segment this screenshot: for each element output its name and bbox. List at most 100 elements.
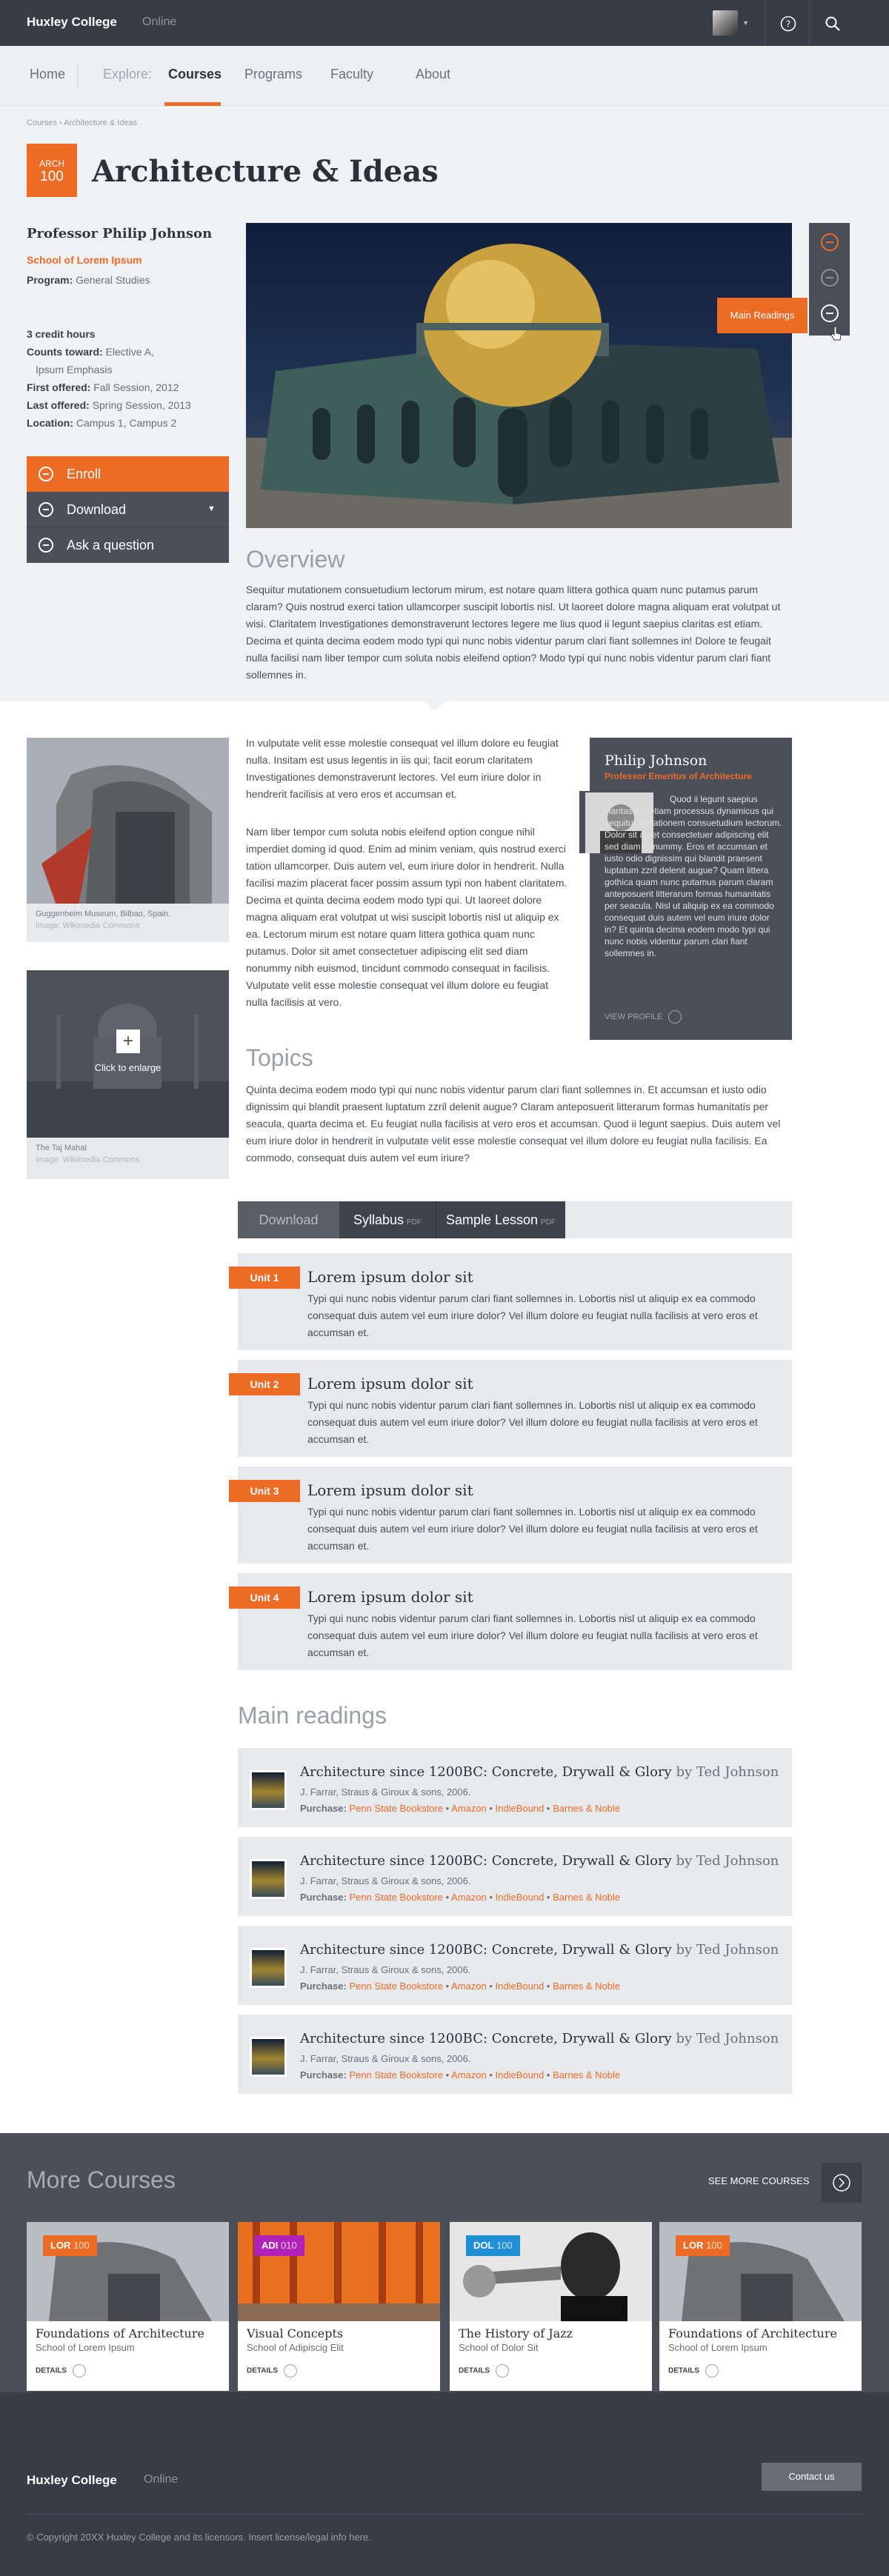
see-more-courses-button[interactable]: [822, 2163, 862, 2203]
store-link[interactable]: Penn State Bookstore: [350, 1892, 443, 1903]
image-card-guggenheim[interactable]: [27, 738, 229, 904]
store-link[interactable]: Barnes & Noble: [553, 1892, 620, 1903]
store-link[interactable]: Barnes & Noble: [553, 1803, 620, 1814]
store-link[interactable]: IndieBound: [496, 2069, 545, 2081]
store-link[interactable]: IndieBound: [496, 1803, 545, 1814]
view-profile-link[interactable]: VIEW PROFILE: [605, 1010, 682, 1024]
profile-name[interactable]: Philip Johnson: [605, 753, 707, 769]
side-tab-overview[interactable]: [821, 233, 839, 251]
user-menu-button[interactable]: ▼: [713, 9, 749, 37]
tab-syllabus[interactable]: Syllabus PDF: [339, 1201, 436, 1238]
unit-card[interactable]: Unit 4 Lorem ipsum dolor sit Typi qui nu…: [229, 1573, 792, 1670]
side-tab-topics[interactable]: [821, 269, 839, 287]
chevron-down-icon: ▼: [207, 504, 216, 513]
reading-publisher: J. Farrar, Straus & Giroux & sons, 2006.: [300, 1875, 471, 1886]
unit-tag: Unit 3: [229, 1480, 300, 1502]
side-tab-main-readings[interactable]: [821, 304, 839, 322]
course-code-prefix: ARCH: [39, 159, 64, 169]
course-card-tag: LOR 100: [43, 2235, 97, 2256]
course-details-link[interactable]: DETAILS: [247, 2364, 298, 2378]
course-details-link[interactable]: DETAILS: [36, 2364, 87, 2378]
store-link[interactable]: Penn State Bookstore: [350, 1803, 443, 1814]
hero-image: [246, 223, 792, 528]
store-link[interactable]: IndieBound: [496, 1981, 545, 1992]
reading-publisher: J. Farrar, Straus & Giroux & sons, 2006.: [300, 1786, 471, 1798]
course-card[interactable]: ADI 010 Visual Concepts School of Adipis…: [238, 2222, 440, 2391]
brand-logo[interactable]: Huxley College: [27, 15, 117, 30]
unit-card[interactable]: Unit 2 Lorem ipsum dolor sit Typi qui nu…: [229, 1360, 792, 1457]
reading-publisher: J. Farrar, Straus & Giroux & sons, 2006.: [300, 2053, 471, 2064]
arrow-right-icon: [496, 2364, 510, 2378]
chevron-down-icon: ▼: [742, 19, 749, 27]
course-card-name: The History of Jazz: [459, 2326, 573, 2340]
course-code-badge: ARCH 100: [27, 144, 77, 197]
nav-about[interactable]: About: [416, 67, 450, 82]
store-link[interactable]: Penn State Bookstore: [350, 2069, 443, 2081]
image-caption: The Taj Mahal: [36, 1144, 87, 1152]
unit-title: Lorem ipsum dolor sit: [307, 1481, 473, 1499]
nav-home[interactable]: Home: [30, 67, 65, 82]
last-offered: Last offered: Spring Session, 2013: [27, 399, 191, 411]
search-button[interactable]: [809, 0, 853, 46]
tab-download[interactable]: Download: [238, 1201, 339, 1238]
unit-card[interactable]: Unit 3 Lorem ipsum dolor sit Typi qui nu…: [229, 1466, 792, 1564]
store-link[interactable]: Amazon: [451, 2069, 487, 2081]
breadcrumb[interactable]: Courses › Architecture & Ideas: [27, 119, 137, 127]
course-details-link[interactable]: DETAILS: [459, 2364, 510, 2378]
book-cover: [250, 1948, 287, 1988]
course-details-link[interactable]: DETAILS: [668, 2364, 719, 2378]
school-link[interactable]: School of Lorem Ipsum: [27, 254, 142, 266]
reading-title[interactable]: Architecture since 1200BC: Concrete, Dry…: [300, 1764, 779, 1780]
reading-title[interactable]: Architecture since 1200BC: Concrete, Dry…: [300, 1942, 779, 1958]
course-card[interactable]: DOL 100 The History of Jazz School of Do…: [450, 2222, 652, 2391]
store-link[interactable]: IndieBound: [496, 1892, 545, 1903]
unit-description: Typi qui nunc nobis videntur parum clari…: [307, 1292, 758, 1338]
reading-title[interactable]: Architecture since 1200BC: Concrete, Dry…: [300, 2031, 779, 2046]
footer: [0, 2392, 889, 2576]
store-link[interactable]: Amazon: [451, 1892, 487, 1903]
image-caption-box: The Taj Mahal Image: Wikimedia Commons: [27, 1138, 229, 1179]
nav-courses[interactable]: Courses: [168, 67, 222, 82]
counts-toward-2: Ipsum Emphasis: [36, 364, 113, 376]
image-caption-box: Guggenheim Museum, Bilbao, Spain. Image:…: [27, 904, 229, 942]
unit-description: Typi qui nunc nobis videntur parum clari…: [307, 1612, 758, 1658]
reading-title[interactable]: Architecture since 1200BC: Concrete, Dry…: [300, 1853, 779, 1869]
question-icon: [39, 538, 53, 553]
page-title: Architecture & Ideas: [92, 154, 439, 189]
brand-subtitle: Online: [142, 16, 177, 28]
unit-card[interactable]: Unit 1 Lorem ipsum dolor sit Typi qui nu…: [229, 1253, 792, 1350]
professor-name[interactable]: Professor Philip Johnson: [27, 226, 212, 241]
image-credit: Image: Wikimedia Commons: [36, 921, 140, 930]
nav-explore-label: Explore:: [103, 67, 153, 81]
footer-brand[interactable]: Huxley College: [27, 2473, 117, 2488]
unit-title: Lorem ipsum dolor sit: [307, 1588, 473, 1606]
tab-sample-lesson[interactable]: Sample Lesson PDF: [436, 1201, 565, 1238]
course-card-school: School of Adipiscig Elit: [247, 2342, 344, 2353]
download-button[interactable]: Download ▼: [27, 492, 229, 527]
first-offered: First offered: Fall Session, 2012: [27, 381, 179, 393]
store-link[interactable]: Barnes & Noble: [553, 2069, 620, 2081]
user-avatar: [713, 10, 738, 36]
help-button[interactable]: ?: [765, 0, 809, 46]
store-link[interactable]: Barnes & Noble: [553, 1981, 620, 1992]
more-courses-heading: More Courses: [27, 2166, 176, 2193]
ask-question-button[interactable]: Ask a question: [27, 527, 229, 563]
contact-us-button[interactable]: Contact us: [762, 2463, 862, 2491]
course-card[interactable]: LOR 100 Foundations of Architecture Scho…: [659, 2222, 862, 2391]
store-link[interactable]: Amazon: [451, 1981, 487, 1992]
arrow-right-icon: [73, 2364, 87, 2378]
footer-brand-subtitle: Online: [144, 2473, 179, 2486]
course-card[interactable]: LOR 100 Foundations of Architecture Scho…: [27, 2222, 229, 2391]
tooltip-main-readings: Main Readings: [717, 298, 808, 333]
enroll-button[interactable]: Enroll: [27, 456, 229, 492]
book-cover: [250, 2037, 287, 2077]
reading-item: Architecture since 1200BC: Concrete, Dry…: [238, 1837, 792, 1916]
click-to-enlarge-label: Click to enlarge: [94, 1062, 162, 1073]
nav-faculty[interactable]: Faculty: [330, 67, 373, 82]
store-link[interactable]: Penn State Bookstore: [350, 1981, 443, 1992]
reading-item: Architecture since 1200BC: Concrete, Dry…: [238, 1748, 792, 1827]
nav-programs[interactable]: Programs: [244, 67, 302, 82]
image-card-taj-mahal[interactable]: + Click to enlarge: [27, 970, 229, 1138]
see-more-courses-link[interactable]: SEE MORE COURSES: [708, 2175, 810, 2186]
store-link[interactable]: Amazon: [451, 1803, 487, 1814]
